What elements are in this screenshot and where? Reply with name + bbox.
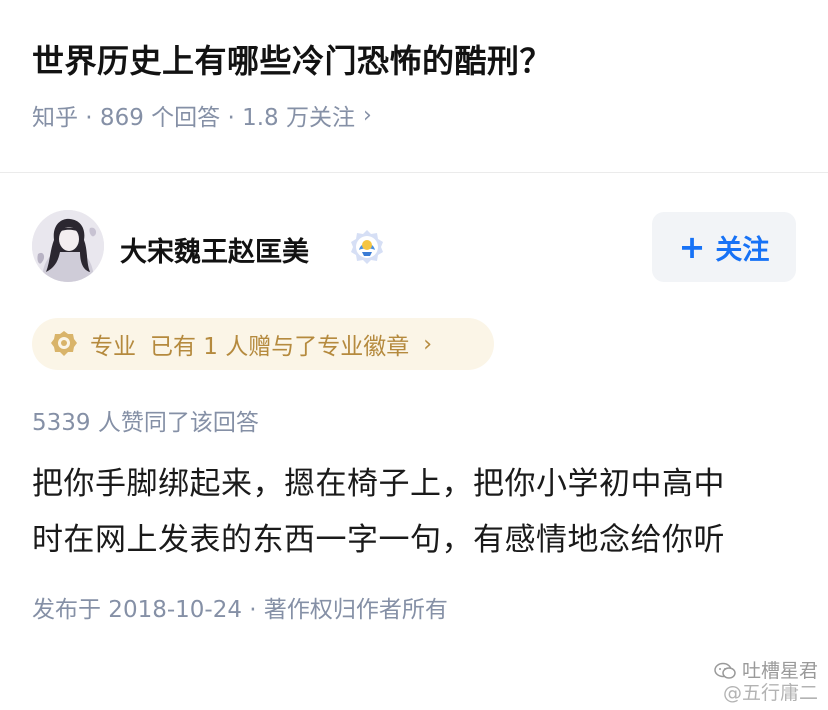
watermark-line1: 吐槽星君 xyxy=(668,660,818,682)
answer-content[interactable]: 把你手脚绑起来，摁在椅子上，把你小学初中高中 时在网上发表的东西一字一句，有感情… xyxy=(32,456,802,568)
follow-label: 关注 xyxy=(715,234,770,266)
pro-badge-pill[interactable]: 专业 已有 1 人赠与了专业徽章 › xyxy=(32,318,494,370)
upvote-count: 5339 人赞同了该回答 xyxy=(32,410,259,436)
pro-label: 专业 xyxy=(90,334,136,360)
watermark-handle: @五行庸二 xyxy=(722,682,818,704)
medal-icon xyxy=(51,331,77,356)
question-meta[interactable]: 知乎 · 869 个回答 · 1.8 万关注 › xyxy=(32,98,372,132)
avatar-image xyxy=(32,210,104,282)
verified-badge-icon xyxy=(351,230,383,264)
question-meta-text: 知乎 · 869 个回答 · 1.8 万关注 xyxy=(32,105,355,131)
watermark: 吐槽星君 @五行庸二 xyxy=(668,660,818,706)
watermark-account: 吐槽星君 xyxy=(741,660,818,682)
chevron-right-icon: › xyxy=(362,102,372,128)
author-row: 大宋魏王赵匡美 + 关注 xyxy=(32,210,796,286)
question-header: 世界历史上有哪些冷门恐怖的酷刑？ 知乎 · 869 个回答 · 1.8 万关注 … xyxy=(0,0,828,173)
chevron-right-icon: › xyxy=(423,331,433,357)
pro-badge-text: 已有 1 人赠与了专业徽章 xyxy=(150,334,410,360)
question-title[interactable]: 世界历史上有哪些冷门恐怖的酷刑？ xyxy=(32,36,552,82)
wechat-icon xyxy=(714,662,736,679)
plus-icon: + xyxy=(678,228,706,266)
avatar[interactable] xyxy=(32,210,104,282)
follow-button[interactable]: + 关注 xyxy=(652,212,796,282)
answer-line: 把你手脚绑起来，摁在椅子上，把你小学初中高中 xyxy=(32,466,725,502)
author-name[interactable]: 大宋魏王赵匡美 xyxy=(120,230,309,269)
answer-line: 时在网上发表的东西一字一句，有感情地念给你听 xyxy=(32,522,725,558)
publish-info: 发布于 2018-10-24 · 著作权归作者所有 xyxy=(32,597,448,623)
